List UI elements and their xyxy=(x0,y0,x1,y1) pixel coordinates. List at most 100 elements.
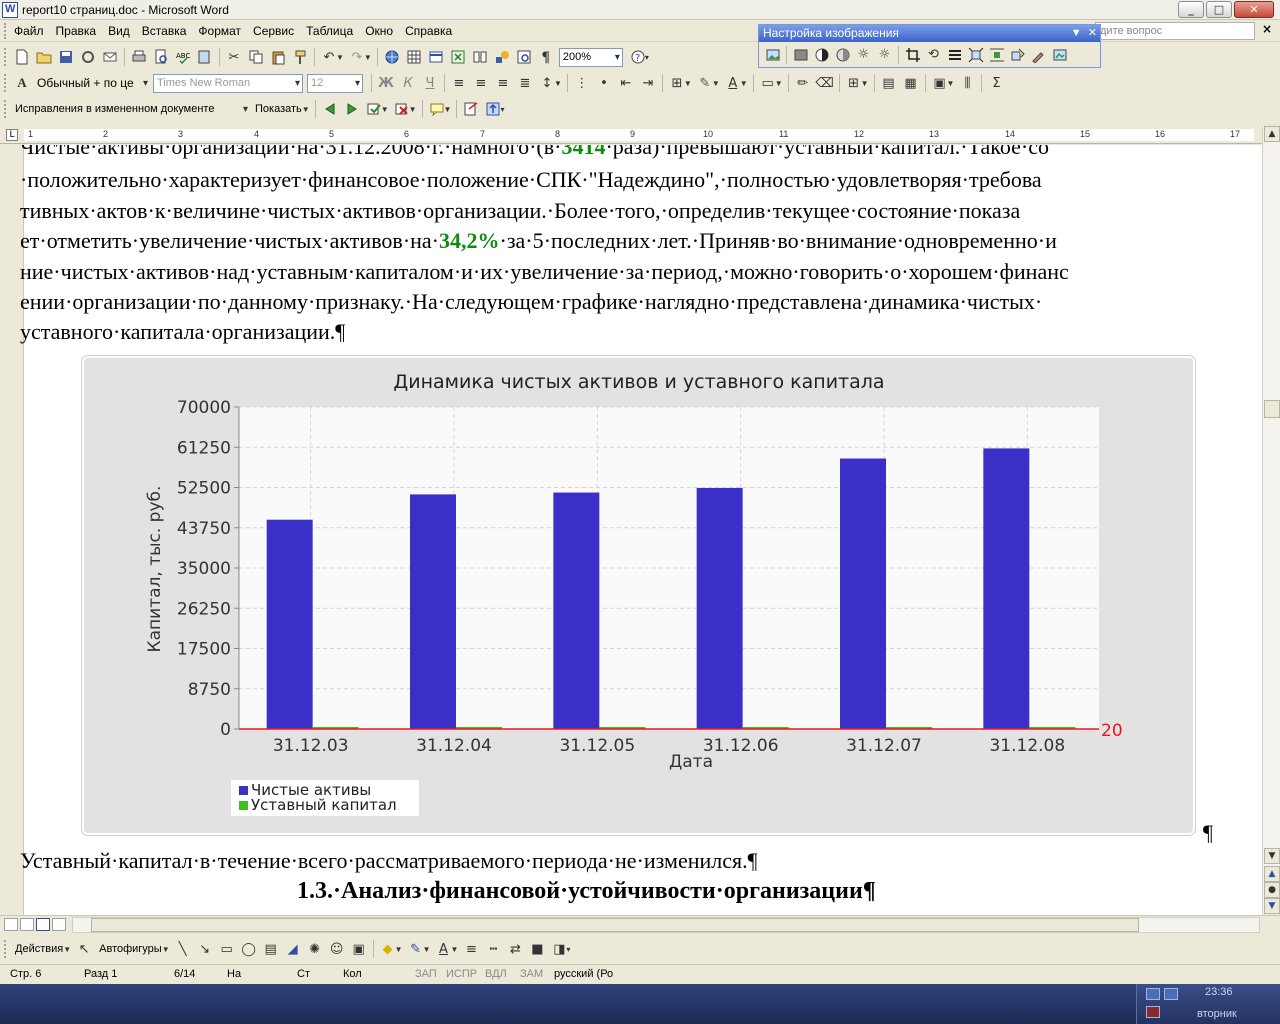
reset-picture-icon[interactable] xyxy=(1049,44,1070,66)
hscroll-thumb[interactable] xyxy=(91,918,1139,932)
normal-view-icon[interactable] xyxy=(4,918,18,931)
wordart-icon[interactable]: ◢ xyxy=(282,938,304,960)
research-icon[interactable] xyxy=(194,46,216,68)
split-cells-icon[interactable]: ▦ xyxy=(900,72,922,94)
document-map-icon[interactable] xyxy=(513,46,535,68)
menu-insert[interactable]: Вставка xyxy=(136,21,193,41)
next-page-button[interactable]: ▼ xyxy=(1264,898,1280,914)
close-document-button[interactable]: × xyxy=(1262,22,1272,36)
insert-excel-icon[interactable] xyxy=(447,46,469,68)
status-overtype[interactable]: ЗАМ xyxy=(520,968,543,980)
format-painter-icon[interactable] xyxy=(289,46,311,68)
underline-icon[interactable]: Ч xyxy=(419,72,441,94)
web-layout-icon[interactable] xyxy=(20,918,34,931)
italic-icon[interactable]: К xyxy=(397,72,419,94)
autoshapes-menu[interactable]: Автофигуры xyxy=(95,943,166,955)
insert-picture-icon[interactable] xyxy=(762,44,783,66)
more-contrast-icon[interactable] xyxy=(811,44,832,66)
minimize-button[interactable]: _ xyxy=(1178,1,1204,18)
justify-icon[interactable]: ≣ xyxy=(514,72,536,94)
toolbar-grip[interactable] xyxy=(4,100,8,118)
bullets-icon[interactable]: • xyxy=(593,72,615,94)
copy-icon[interactable] xyxy=(245,46,267,68)
fill-color-dropdown-icon[interactable]: ▼ xyxy=(395,945,403,954)
line-tool-icon[interactable]: ╲ xyxy=(172,938,194,960)
style-select[interactable]: Обычный + по це xyxy=(33,74,151,93)
maximize-button[interactable]: □ xyxy=(1206,1,1232,18)
eraser-icon[interactable]: ⌫ xyxy=(814,72,836,94)
undo-dropdown-icon[interactable]: ▼ xyxy=(336,53,344,62)
status-record-macro[interactable]: ЗАП xyxy=(415,968,437,980)
distribute-rows-icon[interactable]: ⫼ xyxy=(956,72,978,94)
menu-format[interactable]: Формат xyxy=(192,21,247,41)
show-dropdown-icon[interactable]: ▼ xyxy=(302,105,310,114)
document-page[interactable]: Чистые·активы·организации·на·31.12.2008·… xyxy=(0,145,1262,915)
menu-tools[interactable]: Сервис xyxy=(247,21,300,41)
line-spacing-dropdown-icon[interactable]: ▼ xyxy=(554,79,562,88)
track-changes-icon[interactable] xyxy=(460,98,482,120)
menu-window[interactable]: Окно xyxy=(359,21,399,41)
menu-table[interactable]: Таблица xyxy=(300,21,359,41)
print-preview-icon[interactable] xyxy=(150,46,172,68)
security-icon[interactable] xyxy=(1146,1006,1160,1018)
borders-dropdown-icon[interactable]: ▼ xyxy=(684,79,692,88)
network-icon[interactable] xyxy=(1146,988,1160,1000)
email-icon[interactable] xyxy=(99,46,121,68)
clock[interactable]: 23:36 xyxy=(1205,986,1233,998)
text-box-dropdown-icon[interactable]: ▼ xyxy=(775,79,783,88)
show-hide-marks-icon[interactable]: ¶ xyxy=(535,46,557,68)
arrow-style-icon[interactable]: ⇄ xyxy=(504,938,526,960)
font-size-select[interactable]: 12 xyxy=(307,73,363,93)
actions-dropdown-icon[interactable]: ▼ xyxy=(63,945,71,954)
outline-view-icon[interactable] xyxy=(52,918,66,931)
autoshapes-dropdown-icon[interactable]: ▼ xyxy=(162,945,170,954)
status-extend[interactable]: ВДЛ xyxy=(485,968,507,980)
previous-page-button[interactable]: ▲ xyxy=(1264,866,1280,882)
word-app-icon[interactable] xyxy=(2,1,18,18)
numbering-icon[interactable]: ⋮ xyxy=(571,72,593,94)
more-brightness-icon[interactable]: ☼ xyxy=(853,44,874,66)
toolbar-options-icon[interactable]: ▾ xyxy=(566,945,570,954)
tables-borders-icon[interactable] xyxy=(403,46,425,68)
menu-file[interactable]: Файл xyxy=(8,21,50,41)
insert-table-icon[interactable] xyxy=(425,46,447,68)
draw-table-icon[interactable]: ✏ xyxy=(792,72,814,94)
shadow-style-icon[interactable]: ■ xyxy=(526,938,548,960)
show-menu-button[interactable]: Показать xyxy=(251,103,306,115)
color-icon[interactable] xyxy=(790,44,811,66)
toolbar-options-icon[interactable]: ▾ xyxy=(645,53,649,62)
draw-actions-menu[interactable]: Действия xyxy=(11,943,67,955)
hyperlink-icon[interactable] xyxy=(381,46,403,68)
align-right-icon[interactable]: ≡ xyxy=(492,72,514,94)
picture-toolbar-controls[interactable]: ▼ ✕ xyxy=(1071,25,1097,42)
oval-tool-icon[interactable]: ◯ xyxy=(238,938,260,960)
dash-style-icon[interactable]: ┅ xyxy=(482,938,504,960)
next-change-icon[interactable] xyxy=(341,98,363,120)
drawing-icon[interactable] xyxy=(491,46,513,68)
close-window-button[interactable]: ✕ xyxy=(1234,1,1274,18)
status-language[interactable]: русский (Ро xyxy=(554,968,613,980)
horizontal-ruler[interactable]: L 1 2 3 4 5 6 7 8 9 10 11 12 13 14 15 16… xyxy=(0,126,1262,144)
highlight-dropdown-icon[interactable]: ▼ xyxy=(712,79,720,88)
increase-indent-icon[interactable]: ⇥ xyxy=(637,72,659,94)
align-center-icon[interactable]: ≡ xyxy=(470,72,492,94)
text-wrapping-icon[interactable] xyxy=(986,44,1007,66)
reject-dropdown-icon[interactable]: ▼ xyxy=(409,105,417,114)
align-left-icon[interactable]: ≡ xyxy=(448,72,470,94)
insert-image-icon[interactable]: ▣ xyxy=(348,938,370,960)
font-color-dropdown-icon[interactable]: ▼ xyxy=(740,79,748,88)
line-color-dropdown-icon[interactable]: ▼ xyxy=(423,945,431,954)
scroll-down-button[interactable]: ▼ xyxy=(1264,848,1280,864)
vertical-scrollbar[interactable]: ▲ ▼ ▲ ● ▼ xyxy=(1262,126,1280,914)
new-document-icon[interactable] xyxy=(11,46,33,68)
previous-change-icon[interactable] xyxy=(319,98,341,120)
spelling-icon[interactable]: ABC xyxy=(172,46,194,68)
menu-edit[interactable]: Правка xyxy=(50,21,103,41)
format-picture-icon[interactable] xyxy=(1007,44,1028,66)
redo-dropdown-icon[interactable]: ▼ xyxy=(364,53,372,62)
paste-icon[interactable] xyxy=(267,46,289,68)
network-icon[interactable] xyxy=(1164,988,1178,1000)
less-brightness-icon[interactable]: ☼ xyxy=(874,44,895,66)
crop-icon[interactable] xyxy=(902,44,923,66)
scroll-thumb[interactable] xyxy=(1264,400,1280,418)
